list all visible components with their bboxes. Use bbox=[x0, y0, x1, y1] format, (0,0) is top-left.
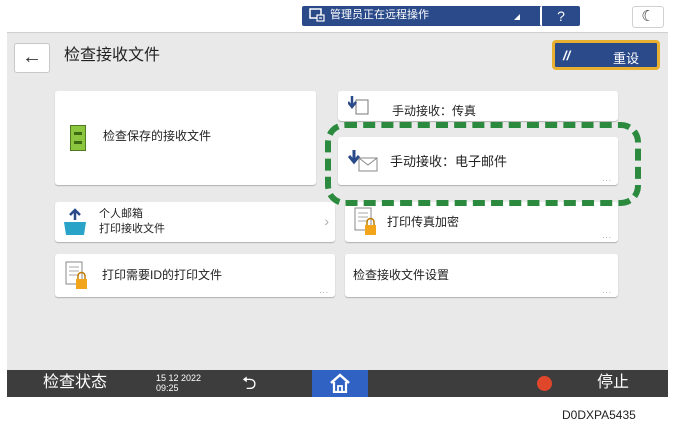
undo-icon[interactable]: ⮌ bbox=[242, 372, 256, 394]
check-status-button[interactable]: 检查状态 bbox=[43, 373, 107, 393]
back-button[interactable]: ← bbox=[14, 43, 50, 73]
reset-button[interactable]: // 重设 bbox=[552, 40, 660, 70]
highlight-callout bbox=[325, 122, 641, 206]
manual-fax-label: 手动接收：传真 bbox=[392, 104, 477, 118]
status-bar: 管理员正在远程操作 ? ☾ bbox=[7, 0, 668, 33]
upload-tray-icon bbox=[64, 208, 86, 235]
corner-marker-icon bbox=[514, 14, 520, 20]
more-indicator: ... bbox=[602, 286, 612, 295]
home-icon bbox=[330, 373, 350, 393]
bottom-bar: 检查状态 15 12 2022 09:25 ⮌ 停止 bbox=[7, 370, 668, 397]
date-time-display: 15 12 2022 09:25 bbox=[156, 373, 201, 393]
personal-box-subtitle: 打印接收文件 bbox=[99, 223, 165, 235]
storage-box-icon bbox=[70, 125, 86, 151]
image-code: D0DXPA5435 bbox=[562, 408, 636, 422]
download-arrow-icon bbox=[348, 96, 369, 115]
check-settings-label: 检查接收文件设置 bbox=[353, 268, 450, 282]
print-id-files-button[interactable]: 打印需要ID的打印文件 ... bbox=[55, 254, 335, 297]
remote-operation-text: 管理员正在远程操作 bbox=[330, 9, 429, 21]
check-saved-received-files-button[interactable]: 检查保存的接收文件 bbox=[55, 91, 316, 185]
personal-box-title: 个人邮箱 bbox=[99, 208, 143, 220]
date-text: 15 12 2022 bbox=[156, 373, 202, 383]
more-indicator: ... bbox=[602, 231, 612, 240]
chevron-right-icon: › bbox=[324, 213, 329, 229]
stop-icon bbox=[537, 376, 552, 391]
home-button[interactable] bbox=[312, 370, 368, 397]
help-button[interactable]: ? bbox=[540, 6, 580, 26]
reset-icon: // bbox=[563, 48, 571, 63]
locked-document-icon bbox=[65, 261, 87, 289]
page-title: 检查接收文件 bbox=[64, 47, 161, 64]
manual-receive-fax-button[interactable]: 手动接收：传真 bbox=[338, 91, 618, 121]
reset-label: 重设 bbox=[613, 51, 640, 66]
print-fax-encrypted-button[interactable]: 打印传真加密 ... bbox=[345, 202, 618, 242]
energy-saver-button[interactable]: ☾ bbox=[632, 6, 664, 28]
print-id-files-label: 打印需要ID的打印文件 bbox=[102, 268, 223, 282]
print-fax-encrypted-label: 打印传真加密 bbox=[387, 215, 460, 229]
locked-document-icon bbox=[354, 207, 376, 235]
check-saved-label: 检查保存的接收文件 bbox=[103, 129, 212, 143]
panel-screen: 管理员正在远程操作 ? ☾ ← 检查接收文件 // 重设 检查保存的接收文件 手… bbox=[7, 0, 668, 397]
check-received-settings-button[interactable]: 检查接收文件设置 ... bbox=[345, 254, 618, 297]
more-indicator: ... bbox=[319, 286, 329, 295]
time-text: 09:25 bbox=[156, 383, 179, 393]
stop-button[interactable]: 停止 bbox=[597, 373, 629, 393]
remote-control-icon bbox=[309, 8, 325, 22]
personal-mailbox-button[interactable]: 个人邮箱 打印接收文件 › bbox=[55, 202, 335, 242]
